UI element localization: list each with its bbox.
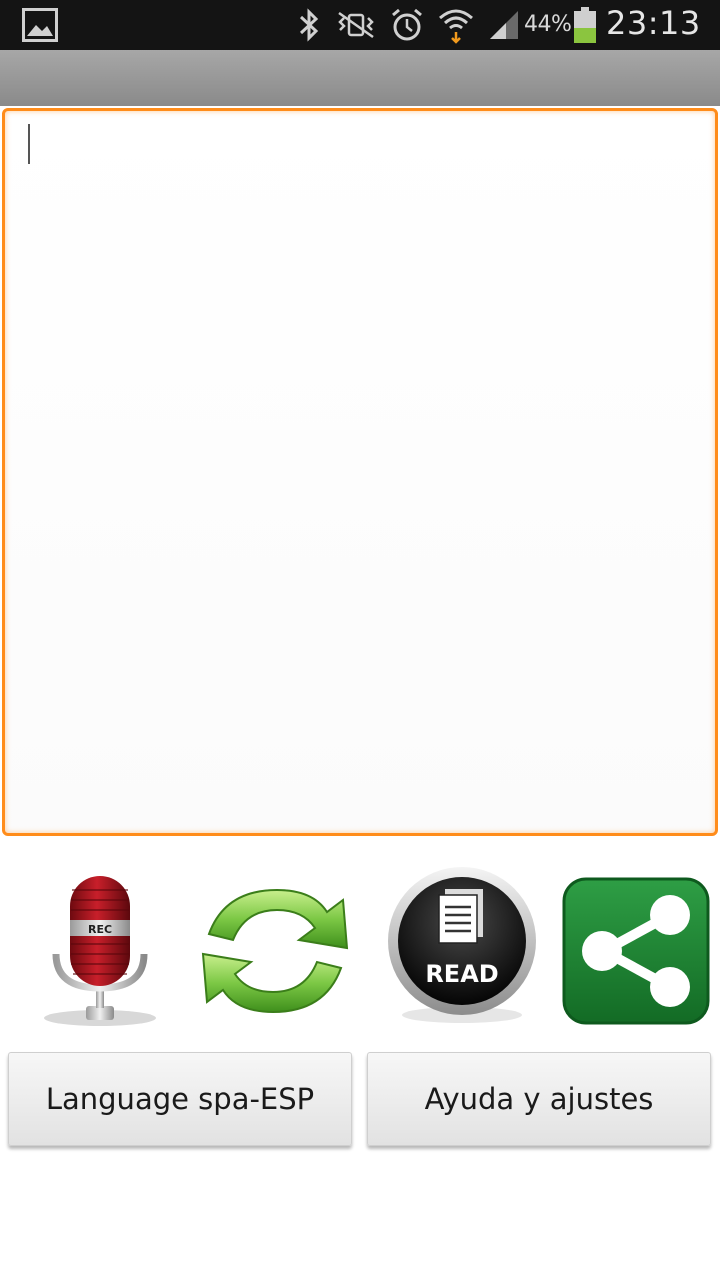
vibrate-icon <box>338 11 374 39</box>
wifi-icon <box>439 9 473 44</box>
share-icon <box>562 877 710 1025</box>
refresh-button[interactable] <box>195 876 355 1026</box>
share-button[interactable] <box>562 877 710 1025</box>
read-label: READ <box>425 960 498 988</box>
dictation-input[interactable] <box>5 111 715 833</box>
action-bar <box>0 50 720 106</box>
clock: 23:13 <box>606 4 701 42</box>
dictation-text-area[interactable] <box>2 108 718 836</box>
language-button[interactable]: Language spa-ESP <box>8 1052 352 1146</box>
battery-percent: 44% <box>524 12 572 37</box>
help-settings-button[interactable]: Ayuda y ajustes <box>367 1052 711 1146</box>
refresh-icon <box>201 888 349 1014</box>
text-cursor <box>28 124 30 164</box>
read-document-icon: READ <box>388 867 536 1023</box>
status-icons <box>296 6 522 44</box>
bluetooth-icon <box>299 8 319 42</box>
alarm-icon <box>392 8 422 41</box>
record-button[interactable]: REC <box>40 868 160 1028</box>
signal-icon <box>490 11 518 39</box>
gallery-icon <box>22 8 58 42</box>
battery-icon <box>574 7 596 43</box>
rec-label: REC <box>88 923 112 936</box>
status-bar: 44% 23:13 <box>0 0 720 50</box>
microphone-icon: REC <box>44 876 156 1026</box>
read-button[interactable]: READ <box>385 865 540 1025</box>
